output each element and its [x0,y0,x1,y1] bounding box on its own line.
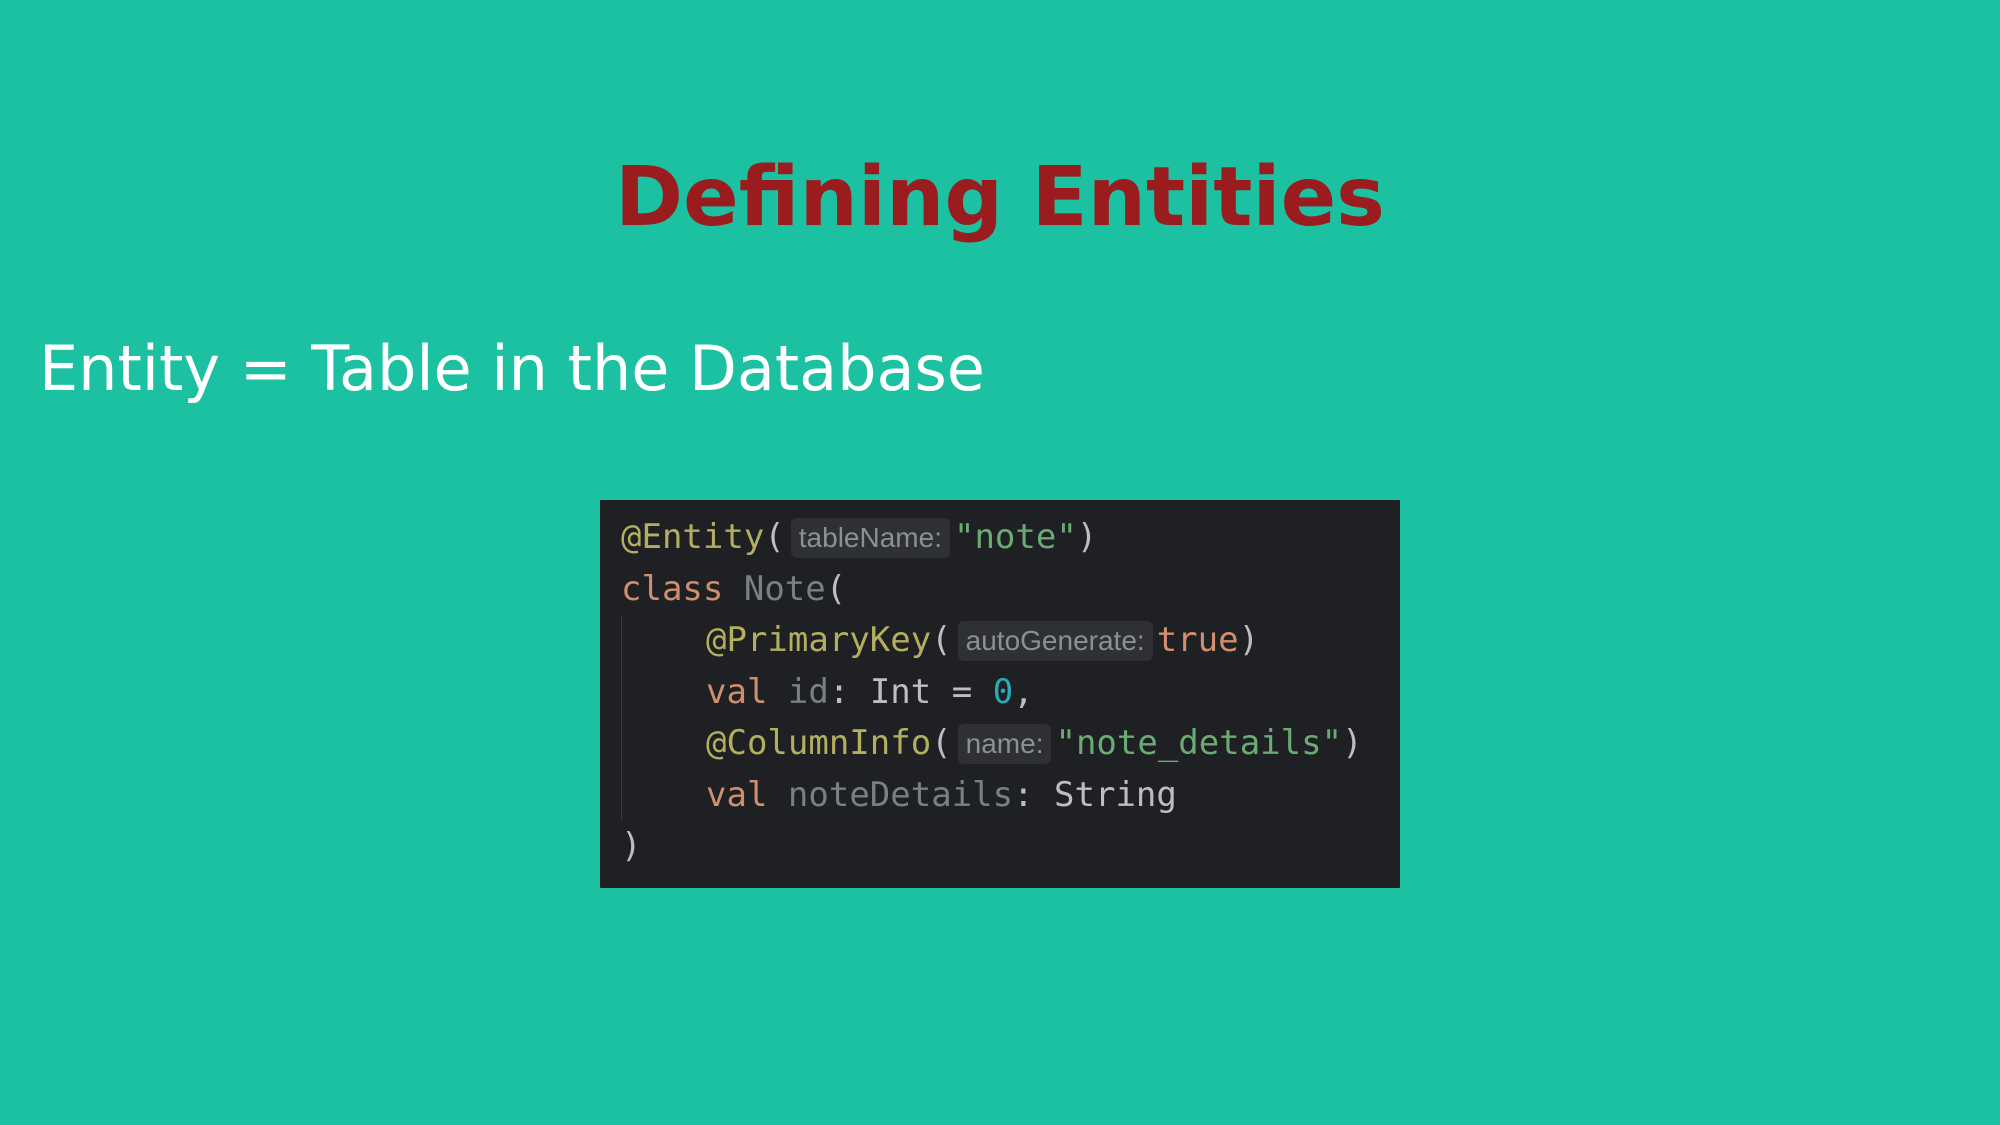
open-paren: ( [931,620,952,660]
code-snippet: @Entity(tableName: "note") class Note( @P… [600,500,1400,888]
equals-sign: = [951,671,973,712]
indent-guide [621,666,622,718]
parameter-hint-autogenerate: autoGenerate: [957,620,1153,661]
val-keyword: val [706,774,768,815]
class-keyword: class [621,568,724,609]
code-line-7: ) [621,821,1400,873]
slide-title: Defining Entities [615,150,1385,245]
parameter-hint-name: name: [957,723,1052,764]
close-paren: ) [1076,517,1098,557]
indent-guide [621,718,622,770]
property-name: noteDetails [787,774,1014,815]
indent-guide [621,769,622,821]
code-line-1: @Entity(tableName: "note") [621,512,1400,564]
parameter-hint-tablename: tableName: [790,517,950,558]
close-paren: ) [621,826,642,866]
indent [621,769,706,821]
code-line-6: val noteDetails: String [621,769,1400,821]
code-line-3: @PrimaryKey(autoGenerate: true) [621,615,1400,667]
slide-subtitle: Entity = Table in the Database [39,332,985,405]
val-keyword: val [706,671,768,712]
indent [621,666,706,718]
boolean-value: true [1156,620,1239,660]
colon: : [1013,774,1034,815]
indent-guide [621,615,622,667]
close-paren: ) [1342,723,1363,763]
column-name-string: "note_details" [1055,723,1343,763]
open-paren: ( [931,723,952,763]
open-paren: ( [764,517,785,557]
entity-annotation: @Entity [621,517,765,557]
type-name: Int [869,671,932,712]
close-paren: ) [1238,620,1260,660]
open-paren: ( [825,568,847,609]
number-value: 0 [992,671,1014,712]
class-name: Note [743,568,826,609]
columninfo-annotation: @ColumnInfo [706,723,932,763]
slide: Defining Entities Entity = Table in the … [0,0,2000,1125]
property-name: id [787,671,829,712]
type-name: String [1054,774,1177,815]
comma: , [1013,671,1034,712]
code-line-4: val id: Int = 0, [621,666,1400,718]
code-line-5: @ColumnInfo(name: "note_details") [621,718,1400,770]
code-line-2: class Note( [621,564,1400,616]
colon: : [828,671,850,712]
indent [621,718,706,770]
table-name-string: "note" [953,517,1077,557]
primarykey-annotation: @PrimaryKey [706,620,932,660]
indent [621,615,706,667]
